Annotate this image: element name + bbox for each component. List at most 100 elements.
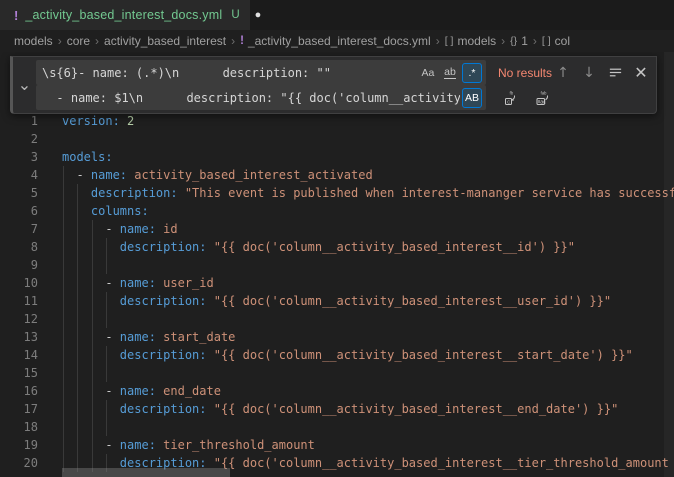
code-token: - (62, 168, 91, 182)
indent-guide (77, 202, 78, 220)
find-input[interactable]: \s{6}- name: (.*)\n description: "" Aa a… (36, 60, 486, 85)
replace-row: - name: $1\n description: "{{ doc('colum… (36, 85, 652, 110)
indent-guide (92, 364, 93, 382)
code-line-content: - name: end_date (62, 382, 674, 400)
code-line[interactable]: 1version: 2 (0, 112, 674, 130)
breadcrumb-label: 1 (521, 34, 528, 48)
breadcrumb-label: models (457, 34, 496, 48)
code-token: name: (120, 438, 156, 452)
editor-tab[interactable]: ! _activity_based_interest_docs.yml U ● (0, 0, 250, 30)
code-token: version: (62, 114, 120, 128)
regex-button[interactable]: .* (462, 63, 482, 83)
code-line[interactable]: 11 description: "{{ doc('column__activit… (0, 292, 674, 310)
whole-word-button[interactable]: ab (440, 63, 460, 83)
find-replace-widget: ⌄ \s{6}- name: (.*)\n description: "" Aa… (10, 56, 657, 114)
vertical-scrollbar[interactable] (664, 52, 674, 477)
code-line-content: description: "{{ doc('column__activity_b… (62, 238, 674, 256)
code-area[interactable]: 1version: 223models:4 - name: activity_b… (0, 112, 674, 477)
indent-guide (92, 310, 93, 328)
code-line-content: description: "{{ doc('column__activity_b… (62, 346, 674, 364)
code-line-content: - name: user_id (62, 274, 674, 292)
code-line[interactable]: 16 - name: end_date (0, 382, 674, 400)
indent-guide (77, 364, 78, 382)
match-case-button[interactable]: Aa (418, 63, 438, 83)
indent-guide (92, 328, 93, 346)
code-token: description: (120, 294, 207, 308)
replace-input[interactable]: - name: $1\n description: "{{ doc('colum… (36, 85, 486, 110)
line-number: 11 (0, 292, 62, 310)
code-line[interactable]: 7 - name: id (0, 220, 674, 238)
indent-guide (92, 418, 93, 436)
previous-match-button[interactable]: ↑ (552, 62, 574, 84)
code-token: - (62, 384, 120, 398)
toggle-replace-chevron-icon[interactable]: ⌄ (13, 57, 36, 113)
code-line[interactable]: 17 description: "{{ doc('column__activit… (0, 400, 674, 418)
code-line[interactable]: 8 description: "{{ doc('column__activity… (0, 238, 674, 256)
code-line[interactable]: 5 description: "This event is published … (0, 184, 674, 202)
breadcrumb-separator-icon: › (231, 34, 235, 48)
breadcrumb-item[interactable]: core (67, 34, 90, 48)
breadcrumb-label: models (14, 34, 53, 48)
code-line[interactable]: 9 (0, 256, 674, 274)
modified-dot-icon[interactable]: ● (255, 10, 262, 21)
indent-guide (92, 220, 93, 238)
code-token: "{{ doc('column__activity_based_interest… (207, 456, 669, 470)
code-token (62, 240, 120, 254)
indent-guide (77, 418, 78, 436)
line-number: 14 (0, 346, 62, 364)
code-line-content (62, 130, 674, 148)
next-match-button[interactable]: ↓ (578, 62, 600, 84)
code-line-content: - name: tier_threshold_amount (62, 436, 674, 454)
code-line[interactable]: 18 (0, 418, 674, 436)
close-icon[interactable]: ✕ (630, 62, 652, 84)
line-number: 8 (0, 238, 62, 256)
breadcrumb-item[interactable]: [ ]models (445, 34, 496, 48)
code-line[interactable]: 6 columns: (0, 202, 674, 220)
editor[interactable]: ⌄ \s{6}- name: (.*)\n description: "" Aa… (0, 52, 674, 477)
code-line-content: description: "{{ doc('column__activity_b… (62, 292, 674, 310)
symbol-icon: [ ] (542, 35, 551, 47)
code-token: "This event is published when interest-m… (178, 186, 674, 200)
breadcrumb-item[interactable]: {}1 (510, 34, 528, 48)
indent-guide (77, 328, 78, 346)
code-line[interactable]: 13 - name: start_date (0, 328, 674, 346)
line-number: 17 (0, 400, 62, 418)
code-line-content (62, 364, 674, 382)
code-token: "{{ doc('column__activity_based_interest… (207, 240, 575, 254)
yaml-file-icon: ! (240, 35, 244, 47)
replace-icon[interactable]: ᶠᵇ c (500, 87, 522, 109)
breadcrumb-item[interactable]: [ ]col (542, 34, 570, 48)
code-line[interactable]: 15 (0, 364, 674, 382)
tab-title: _activity_based_interest_docs.yml (25, 8, 222, 22)
code-line[interactable]: 3models: (0, 148, 674, 166)
breadcrumb-item[interactable]: !_activity_based_interest_docs.yml (240, 34, 431, 48)
replace-all-icon[interactable]: ᶠᵃᵇ ac (532, 87, 554, 109)
indent-guide (106, 310, 107, 328)
indent-guide (106, 400, 107, 418)
indent-guide (77, 220, 78, 238)
code-line[interactable]: 10 - name: user_id (0, 274, 674, 292)
indent-guide (77, 382, 78, 400)
code-line[interactable]: 12 (0, 310, 674, 328)
breadcrumb-item[interactable]: models (14, 34, 53, 48)
indent-guide (92, 436, 93, 454)
code-token: - (62, 330, 120, 344)
code-line[interactable]: 4 - name: activity_based_interest_activa… (0, 166, 674, 184)
code-line[interactable]: 19 - name: tier_threshold_amount (0, 436, 674, 454)
breadcrumb-item[interactable]: activity_based_interest (104, 34, 226, 48)
preserve-case-button[interactable]: AB (462, 88, 482, 108)
code-token: name: (120, 330, 156, 344)
indent-guide (77, 310, 78, 328)
find-in-selection-icon[interactable] (604, 62, 626, 84)
line-number: 3 (0, 148, 62, 166)
indent-guide (63, 166, 64, 184)
indent-guide (92, 274, 93, 292)
svg-text:ᶠᵃᵇ: ᶠᵃᵇ (540, 91, 547, 98)
code-token: tier_threshold_amount (156, 438, 315, 452)
indent-guide (92, 292, 93, 310)
horizontal-scrollbar[interactable] (62, 468, 230, 477)
breadcrumb-separator-icon: › (58, 34, 62, 48)
code-line[interactable]: 14 description: "{{ doc('column__activit… (0, 346, 674, 364)
code-line[interactable]: 2 (0, 130, 674, 148)
code-token: name: (120, 384, 156, 398)
